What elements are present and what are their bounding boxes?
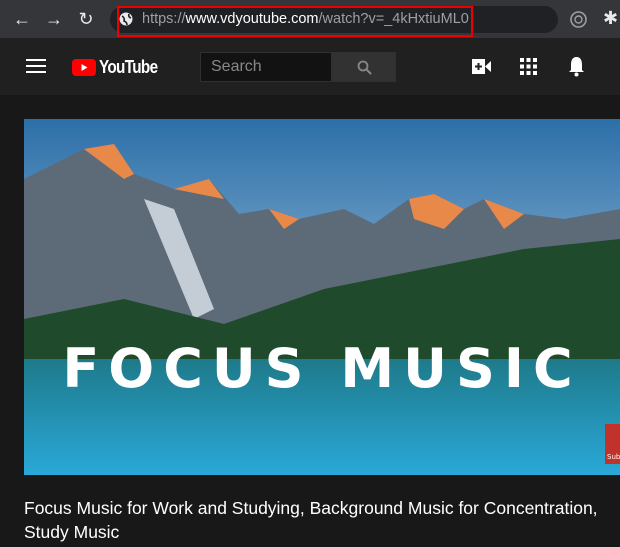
url-highlight-box bbox=[117, 6, 473, 37]
menu-icon[interactable] bbox=[26, 59, 46, 74]
subscribe-badge-text: Sub bbox=[607, 453, 620, 461]
extensions-icon[interactable]: ✱ bbox=[603, 8, 618, 29]
youtube-play-icon bbox=[72, 59, 96, 76]
thumbnail-text: FOCUS MUSIC bbox=[62, 337, 581, 400]
search-button[interactable] bbox=[332, 52, 396, 82]
logo-text: YouTube bbox=[99, 57, 158, 77]
video-title[interactable]: Focus Music for Work and Studying, Backg… bbox=[24, 496, 620, 544]
back-icon[interactable]: ← bbox=[12, 9, 32, 29]
browser-toolbar: ← → ↻ https://www.vdyoutube.com/watch?v=… bbox=[0, 0, 620, 38]
account-icon[interactable] bbox=[570, 11, 587, 28]
video-thumbnail[interactable]: FOCUS MUSIC Sub bbox=[24, 119, 620, 475]
search-input[interactable]: Search bbox=[200, 52, 332, 82]
notifications-bell-icon[interactable] bbox=[568, 56, 585, 77]
youtube-header: YouTube Search bbox=[0, 38, 620, 95]
youtube-logo[interactable]: YouTube bbox=[72, 57, 168, 78]
search-icon bbox=[357, 60, 372, 75]
apps-grid-icon[interactable] bbox=[520, 58, 537, 75]
create-video-icon[interactable] bbox=[472, 59, 491, 74]
reload-icon[interactable]: ↻ bbox=[76, 9, 96, 29]
forward-icon[interactable]: → bbox=[44, 9, 64, 29]
